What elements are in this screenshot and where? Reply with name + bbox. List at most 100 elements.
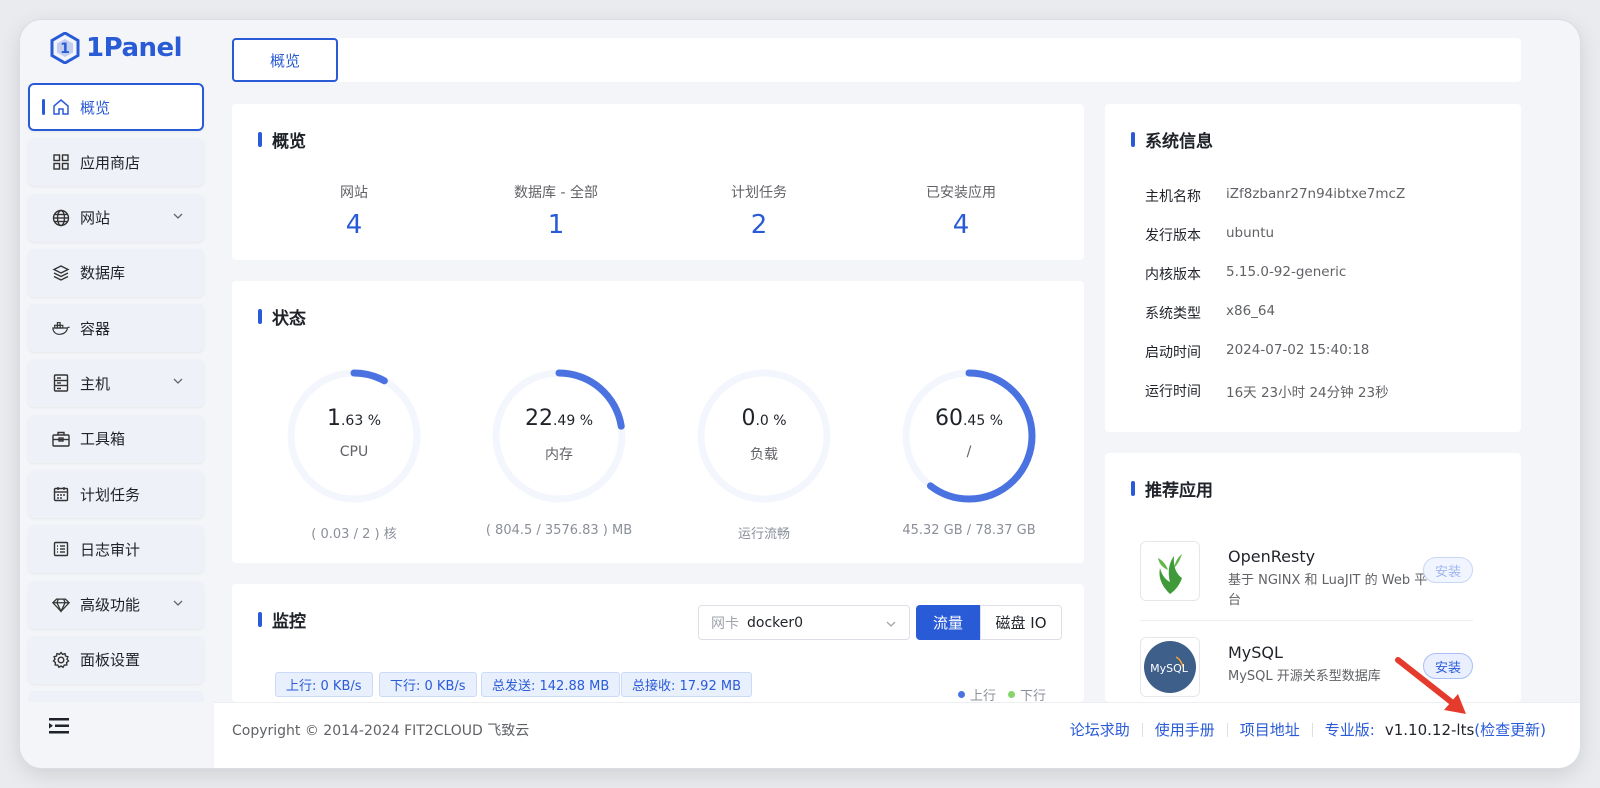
install-openresty-button[interactable]: 安装 [1423, 557, 1473, 583]
docker-icon [52, 319, 70, 337]
grid-icon [52, 153, 70, 171]
system-info-title: 系统信息 [1131, 127, 1213, 152]
sidebar-item-label: 应用商店 [80, 153, 141, 172]
menu-collapse-icon[interactable] [48, 716, 70, 736]
app-name[interactable]: MySQL [1228, 643, 1283, 662]
total-received-tag: 总接收: 17.92 MB [621, 672, 752, 697]
nic-select[interactable]: 网卡 docker0 [698, 605, 910, 640]
gauge-label: CPU [339, 444, 369, 460]
gauge-label[interactable]: / [899, 444, 1039, 460]
sidebar-footer [20, 702, 214, 768]
sysinfo-row: 启动时间 2024-07-02 15:40:18 [1145, 342, 1370, 361]
globe-icon [52, 209, 70, 227]
nic-select-label: 网卡 [711, 615, 739, 632]
footer: Copyright © 2014-2024 FIT2CLOUD 飞致云 论坛求助… [214, 702, 1580, 768]
chevron-down-icon [173, 600, 183, 606]
upload-rate-tag: 上行: 0 KB/s [275, 672, 373, 697]
app-name[interactable]: OpenResty [1228, 547, 1315, 566]
traffic-toggle-button[interactable]: 流量 [916, 605, 980, 640]
overview-title: 概览 [258, 127, 306, 152]
divider [1226, 722, 1228, 737]
stat-installed-apps[interactable]: 已安装应用 4 [861, 182, 1061, 240]
tab-bar: 概览 [232, 38, 1521, 82]
gauge-value: 0.0 % [741, 406, 787, 431]
sidebar-item-label: 高级功能 [80, 596, 141, 615]
stat-value[interactable]: 1 [456, 210, 656, 240]
sidebar-item-label: 日志审计 [80, 540, 141, 559]
forum-link[interactable]: 论坛求助 [1070, 719, 1130, 740]
sidebar-item-app-store[interactable]: 应用商店 [28, 138, 204, 187]
gauge-label: 负载 [750, 447, 778, 463]
sidebar-item-advanced[interactable]: 高级功能 [28, 580, 204, 629]
diamond-icon [52, 596, 70, 614]
stat-label: 网站 [340, 185, 368, 201]
app-window: 1 1Panel 概览 应用商店 网站 数据库 容器 主机 工具箱 计划任务 日… [20, 20, 1580, 768]
calendar-icon [52, 485, 70, 503]
sidebar-item-settings[interactable]: 面板设置 [28, 635, 204, 684]
version-text: v1.10.12-lts [1384, 720, 1475, 739]
app-description: 基于 NGINX 和 LuaJIT 的 Web 平台 [1228, 573, 1428, 608]
legend-dot [958, 691, 965, 698]
sidebar-item-website[interactable]: 网站 [28, 193, 204, 242]
gauge-ring [492, 369, 626, 503]
gauge-value: 60.45 % [934, 406, 1004, 431]
sidebar-item-log-audit[interactable]: 日志审计 [28, 525, 204, 574]
project-link[interactable]: 项目地址 [1240, 719, 1300, 740]
server-icon [52, 374, 70, 393]
check-update-link[interactable]: (检查更新) [1474, 719, 1546, 740]
sysinfo-row: 运行时间 16天 23小时 24分钟 23秒 [1145, 384, 1389, 401]
tab-overview[interactable]: 概览 [232, 38, 338, 82]
sidebar-item-label: 概览 [80, 98, 111, 117]
nic-select-value: docker0 [747, 614, 804, 631]
gauge-ring [287, 369, 421, 503]
mysql-logo-icon: MySQL [1140, 637, 1200, 697]
sidebar-item-container[interactable]: 容器 [28, 304, 204, 353]
svg-text:MySQL: MySQL [1150, 662, 1189, 675]
sidebar: 1 1Panel 概览 应用商店 网站 数据库 容器 主机 工具箱 计划任务 日… [20, 20, 214, 768]
gauge-disk: 60.45 % / [899, 366, 1039, 506]
sidebar-item-toolbox[interactable]: 工具箱 [28, 414, 204, 463]
layers-icon [52, 264, 70, 282]
sysinfo-row: 内核版本 5.15.0-92-generic [1145, 264, 1347, 283]
sidebar-item-label: 面板设置 [80, 651, 141, 670]
status-title: 状态 [258, 304, 306, 329]
logo[interactable]: 1 1Panel [50, 28, 183, 68]
gauge-subtext: ( 0.03 / 2 ) 核 [311, 527, 397, 542]
divider [1141, 722, 1143, 737]
stat-value[interactable]: 4 [254, 210, 454, 240]
gauge-ring [902, 369, 1036, 503]
annotation-arrow-icon [1395, 657, 1466, 714]
monitor-card: 监控 网卡 docker0 流量 磁盘 IO 上行: 0 KB/s 下行: 0 … [232, 584, 1084, 704]
disk-io-toggle-button[interactable]: 磁盘 IO [980, 605, 1062, 640]
app-name: 1Panel [86, 33, 183, 63]
gauge-load: 0.0 % 负载 [694, 366, 834, 506]
sidebar-item-label: 计划任务 [80, 485, 141, 504]
sidebar-item-label: 容器 [80, 319, 111, 338]
gear-icon [52, 651, 70, 669]
status-card: 状态 1.63 % CPU ( 0.03 / 2 ) 核 22.49 % 内存 … [232, 281, 1084, 563]
sidebar-item-host[interactable]: 主机 [28, 359, 204, 408]
gauge-subtext: 运行流畅 [737, 527, 790, 542]
svg-text:1: 1 [60, 41, 70, 57]
sidebar-item-cron[interactable]: 计划任务 [28, 470, 204, 519]
stat-value[interactable]: 2 [659, 210, 859, 240]
sidebar-item-database[interactable]: 数据库 [28, 248, 204, 297]
stat-databases[interactable]: 数据库 - 全部 1 [456, 182, 656, 240]
app-item-openresty: OpenResty 基于 NGINX 和 LuaJIT 的 Web 平台 安装 [1140, 541, 1473, 621]
log-icon [52, 540, 70, 558]
logo-icon: 1 [50, 32, 80, 64]
stat-cron-jobs[interactable]: 计划任务 2 [659, 182, 859, 240]
home-icon [52, 98, 70, 116]
sidebar-item-overview[interactable]: 概览 [28, 83, 204, 131]
stat-websites[interactable]: 网站 4 [254, 182, 454, 240]
stat-value[interactable]: 4 [861, 210, 1061, 240]
gauge-memory: 22.49 % 内存 [489, 366, 629, 506]
pro-edition-link[interactable]: 专业版: [1325, 719, 1375, 740]
chevron-down-icon [173, 379, 183, 385]
gauge-subtext: ( 804.5 / 3576.83 ) MB [485, 523, 633, 538]
manual-link[interactable]: 使用手册 [1155, 719, 1215, 740]
gauge-value: 22.49 % [524, 406, 594, 431]
chevron-down-icon [886, 621, 896, 627]
toolbox-icon [52, 430, 70, 448]
sysinfo-row: 系统类型 x86_64 [1145, 303, 1276, 322]
